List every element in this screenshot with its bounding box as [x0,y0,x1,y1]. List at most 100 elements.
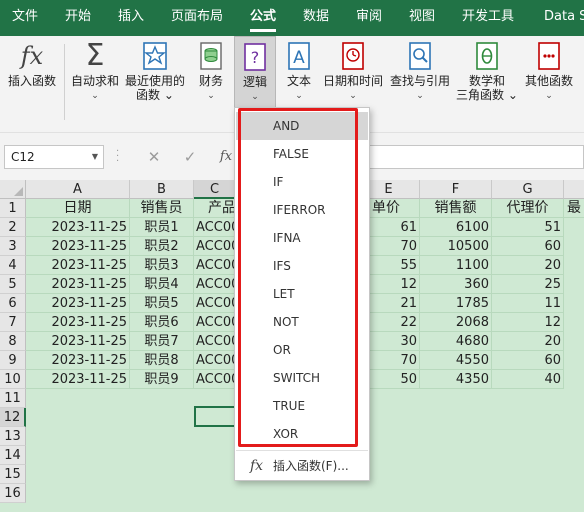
table-cell[interactable]: 2023-11-25 [26,370,130,389]
table-cell[interactable]: 4680 [420,332,492,351]
column-header-a[interactable]: A [26,180,130,199]
table-cell[interactable]: 职员3 [130,256,194,275]
cell-h1[interactable]: 最 [564,199,584,218]
table-cell[interactable]: ACC00 [194,351,236,370]
tab-file[interactable]: 文件 [12,0,38,36]
row-header-5[interactable]: 5 [0,275,26,294]
drag-handle[interactable]: · · · [116,147,120,167]
menu-item-iferror[interactable]: IFERROR [236,196,368,224]
autosum-button[interactable]: Σ 自动求和 ⌄ [68,36,122,132]
cell-a1[interactable]: 日期 [26,199,130,218]
table-cell[interactable]: 2023-11-25 [26,332,130,351]
menu-item-not[interactable]: NOT [236,308,368,336]
row-header-8[interactable]: 8 [0,332,26,351]
active-cell-c12[interactable] [194,406,238,427]
tab-data[interactable]: 数据 [303,0,329,36]
lookup-reference-button[interactable]: 查找与引用 ⌄ [388,36,452,132]
table-cell[interactable]: 2023-11-25 [26,294,130,313]
table-cell[interactable]: 职员8 [130,351,194,370]
row-header-9[interactable]: 9 [0,351,26,370]
row-header-16[interactable]: 16 [0,484,26,503]
table-cell[interactable]: ACC00 [194,237,236,256]
row-header-6[interactable]: 6 [0,294,26,313]
table-cell[interactable]: ACC00 [194,332,236,351]
table-cell[interactable]: 1785 [420,294,492,313]
table-cell[interactable]: 11 [492,294,564,313]
menu-item-and[interactable]: AND [236,112,368,140]
table-cell[interactable]: 2023-11-25 [26,256,130,275]
table-cell[interactable]: 10500 [420,237,492,256]
chevron-down-icon[interactable]: ▼ [92,146,98,168]
table-cell[interactable]: 2023-11-25 [26,218,130,237]
table-cell[interactable]: 6100 [420,218,492,237]
name-box[interactable]: C12 ▼ [4,145,104,169]
menu-item-let[interactable]: LET [236,280,368,308]
row-header-1[interactable]: 1 [0,199,26,218]
table-cell[interactable]: 职员1 [130,218,194,237]
table-cell[interactable]: 职员9 [130,370,194,389]
tab-home[interactable]: 开始 [65,0,91,36]
row-header-14[interactable]: 14 [0,446,26,465]
table-cell[interactable]: 12 [492,313,564,332]
menu-item-ifs[interactable]: IFS [236,252,368,280]
table-cell[interactable]: ACC00 [194,256,236,275]
table-cell[interactable]: 40 [492,370,564,389]
row-header-15[interactable]: 15 [0,465,26,484]
column-header-f[interactable]: F [420,180,492,199]
table-cell[interactable]: 职员7 [130,332,194,351]
row-header-12[interactable]: 12 [0,408,26,427]
table-cell[interactable]: 2023-11-25 [26,351,130,370]
table-cell[interactable]: 20 [492,332,564,351]
menu-item-xor[interactable]: XOR [236,420,368,448]
table-cell[interactable]: 360 [420,275,492,294]
tab-view[interactable]: 视图 [409,0,435,36]
row-header-3[interactable]: 3 [0,237,26,256]
row-header-2[interactable]: 2 [0,218,26,237]
menu-item-or[interactable]: OR [236,336,368,364]
recently-used-button[interactable]: 最近使用的 函数 ⌄ [124,36,186,132]
table-cell[interactable]: 职员5 [130,294,194,313]
table-cell[interactable]: 2023-11-25 [26,237,130,256]
table-cell[interactable]: 职员6 [130,313,194,332]
table-cell[interactable]: ACC00 [194,313,236,332]
insert-function-button[interactable]: fx 插入函数 [4,36,60,132]
table-cell[interactable]: ACC00 [194,294,236,313]
column-header-c[interactable]: C [194,180,236,199]
row-header-11[interactable]: 11 [0,389,26,408]
select-all-button[interactable] [0,180,26,199]
menu-item-switch[interactable]: SWITCH [236,364,368,392]
column-header-g[interactable]: G [492,180,564,199]
enter-button[interactable]: ✓ [176,145,204,169]
row-header-10[interactable]: 10 [0,370,26,389]
table-cell[interactable]: 4350 [420,370,492,389]
row-header-7[interactable]: 7 [0,313,26,332]
cell-g1[interactable]: 代理价 [492,199,564,218]
column-header-b[interactable]: B [130,180,194,199]
table-cell[interactable]: 60 [492,237,564,256]
table-cell[interactable]: ACC00 [194,370,236,389]
table-cell[interactable]: 2023-11-25 [26,275,130,294]
cell-c1[interactable]: 产品 [194,199,236,218]
tab-insert[interactable]: 插入 [118,0,144,36]
cancel-button[interactable]: ✕ [140,145,168,169]
table-cell[interactable]: ACC00 [194,218,236,237]
table-cell[interactable]: 20 [492,256,564,275]
row-header-13[interactable]: 13 [0,427,26,446]
table-cell[interactable]: 51 [492,218,564,237]
row-header-4[interactable]: 4 [0,256,26,275]
math-trig-button[interactable]: 数学和 三角函数 ⌄ [456,36,518,132]
table-cell[interactable]: 1100 [420,256,492,275]
cell-b1[interactable]: 销售员 [130,199,194,218]
insert-function-menu-item[interactable]: fx 插入函数(F)... [236,450,368,480]
financial-button[interactable]: 财务 ⌄ [190,36,232,132]
table-cell[interactable]: 职员2 [130,237,194,256]
tab-developer[interactable]: 开发工具 [462,0,514,36]
table-cell[interactable]: ACC00 [194,275,236,294]
tab-page-layout[interactable]: 页面布局 [171,0,223,36]
table-cell[interactable]: 2068 [420,313,492,332]
column-header-h[interactable] [564,180,584,199]
tab-formulas[interactable]: 公式 [250,0,277,36]
menu-item-if[interactable]: IF [236,168,368,196]
table-cell[interactable]: 职员4 [130,275,194,294]
menu-item-false[interactable]: FALSE [236,140,368,168]
